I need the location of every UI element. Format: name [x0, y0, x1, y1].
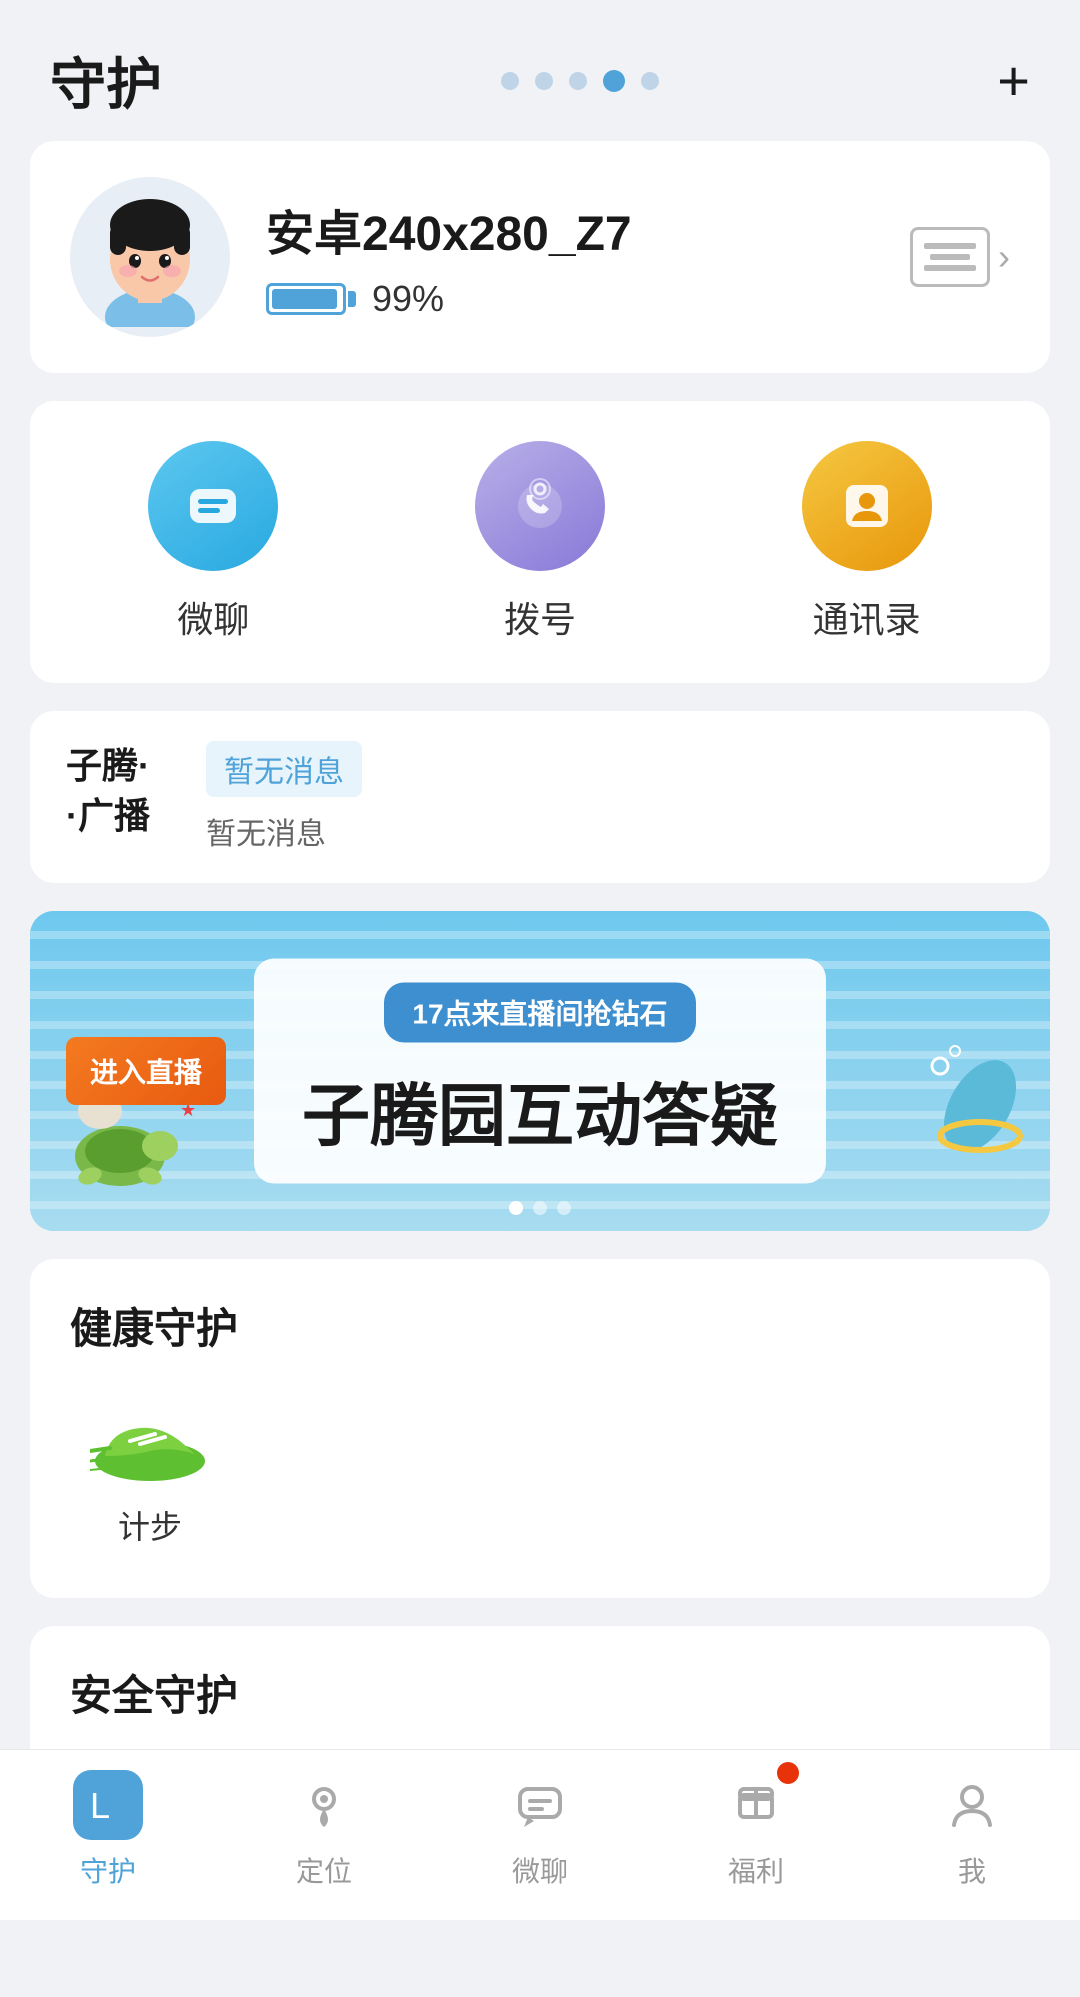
me-icon	[937, 1770, 1007, 1840]
dial-label: 拨号	[504, 591, 576, 643]
dot-4-active	[603, 70, 625, 92]
avatar	[70, 177, 230, 337]
nav-welfare[interactable]: 福利	[676, 1770, 836, 1890]
dial-icon	[475, 441, 605, 571]
broadcast-title: 子腾··广播	[66, 741, 176, 842]
broadcast-text: 暂无消息	[206, 809, 1014, 853]
nav-chat[interactable]: 微聊	[460, 1770, 620, 1890]
step-action[interactable]: 计步	[70, 1386, 230, 1548]
nav-me-label: 我	[958, 1850, 986, 1890]
app-title: 守护	[50, 40, 162, 121]
dot-2	[535, 72, 553, 90]
profile-detail-button[interactable]: ›	[910, 227, 1010, 287]
add-button[interactable]: +	[997, 48, 1030, 113]
location-icon	[289, 1770, 359, 1840]
broadcast-card: 子腾··广播 暂无消息 暂无消息	[30, 711, 1050, 883]
dot-5	[641, 72, 659, 90]
battery-icon	[266, 283, 356, 315]
contacts-icon	[802, 441, 932, 571]
chevron-right-icon: ›	[998, 236, 1010, 278]
app-header: 守护 +	[0, 0, 1080, 141]
welfare-icon	[721, 1770, 791, 1840]
nav-location-label: 定位	[296, 1850, 352, 1890]
welfare-badge	[777, 1762, 799, 1784]
guard-icon: L	[73, 1770, 143, 1840]
bottom-navigation: L 守护 定位 微聊	[0, 1749, 1080, 1920]
banner-main-text: 子腾园互动答疑	[302, 1061, 778, 1160]
nav-me[interactable]: 我	[892, 1770, 1052, 1890]
banner-decoration-right	[880, 1026, 1040, 1211]
quick-actions-row: 微聊 拨号 通讯录	[30, 401, 1050, 683]
broadcast-content: 暂无消息 暂无消息	[206, 741, 1014, 853]
step-label: 计步	[118, 1502, 182, 1548]
weichat-label: 微聊	[177, 591, 249, 643]
battery-percentage: 99%	[372, 278, 444, 320]
banner-center: 17点来直播间抢钻石 子腾园互动答疑	[254, 959, 826, 1184]
banner-dots	[509, 1201, 571, 1215]
svg-text:L: L	[90, 1785, 110, 1826]
step-icon	[90, 1386, 210, 1486]
action-contacts[interactable]: 通讯录	[802, 441, 932, 643]
chat-icon	[505, 1770, 575, 1840]
page-indicator	[501, 70, 659, 92]
action-dial[interactable]: 拨号	[475, 441, 605, 643]
weichat-icon	[148, 441, 278, 571]
dot-1	[501, 72, 519, 90]
nav-chat-label: 微聊	[512, 1850, 568, 1890]
nav-welfare-label: 福利	[728, 1850, 784, 1890]
dot-3	[569, 72, 587, 90]
banner-card[interactable]: 进入直播 17点来直播间抢钻石 子腾园互动答疑	[30, 911, 1050, 1231]
nav-guard[interactable]: L 守护	[28, 1770, 188, 1890]
action-weichat[interactable]: 微聊	[148, 441, 278, 643]
contacts-label: 通讯录	[813, 591, 921, 643]
nav-location[interactable]: 定位	[244, 1770, 404, 1890]
profile-card: 安卓240x280_Z7 99% ›	[30, 141, 1050, 373]
battery-info: 99%	[266, 278, 874, 320]
health-card: 健康守护 计步	[30, 1259, 1050, 1598]
banner-enter-button[interactable]: 进入直播	[66, 1037, 226, 1105]
id-card-icon	[910, 227, 990, 287]
broadcast-badge: 暂无消息	[206, 741, 362, 797]
profile-name: 安卓240x280_Z7	[266, 194, 874, 264]
profile-info: 安卓240x280_Z7 99%	[266, 194, 874, 320]
nav-guard-label: 守护	[80, 1850, 136, 1890]
quick-actions-card: 微聊 拨号 通讯录	[30, 401, 1050, 683]
banner-subtitle: 17点来直播间抢钻石	[384, 983, 695, 1043]
health-section-title: 健康守护	[70, 1295, 1010, 1356]
safety-section-title: 安全守护	[70, 1662, 1010, 1723]
